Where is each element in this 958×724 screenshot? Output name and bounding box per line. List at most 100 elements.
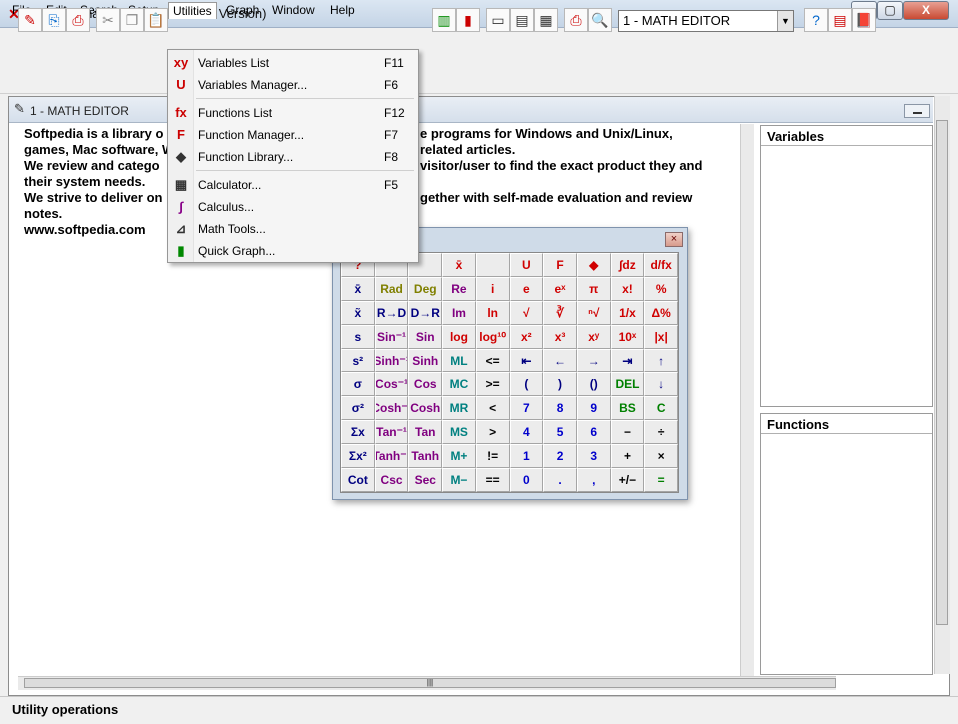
calc-key[interactable]: 3 bbox=[576, 444, 611, 469]
paste-icon[interactable]: 📋 bbox=[144, 8, 168, 32]
calc-key[interactable]: >= bbox=[475, 372, 510, 397]
calc-key[interactable]: Re bbox=[442, 276, 476, 301]
calc-key[interactable]: Sin⁻¹ bbox=[374, 324, 409, 349]
tile-icon[interactable]: ▤ bbox=[510, 8, 534, 32]
calc-key[interactable]: → bbox=[576, 348, 611, 373]
calc-key[interactable]: ln bbox=[475, 300, 510, 325]
calc-key[interactable]: MR bbox=[442, 396, 476, 421]
calc-key[interactable]: <= bbox=[475, 348, 510, 373]
menu-item-math-tools[interactable]: Math Tools... bbox=[198, 222, 266, 236]
calc-key[interactable]: x̄ bbox=[341, 276, 375, 301]
calc-key[interactable]: log bbox=[442, 324, 476, 349]
save-icon[interactable]: ⎙ bbox=[66, 8, 90, 32]
calc-key[interactable]: Cosh⁻¹ bbox=[374, 396, 409, 421]
calc-key[interactable]: |x| bbox=[644, 324, 678, 349]
calc-key[interactable]: Cosh bbox=[408, 396, 443, 421]
close-button[interactable]: X bbox=[903, 1, 949, 20]
calc-key[interactable]: U bbox=[509, 253, 544, 277]
menu-item-functions-list[interactable]: Functions List bbox=[198, 106, 272, 120]
menu-item-variables-list[interactable]: Variables List bbox=[198, 56, 269, 70]
calc-key[interactable]: √ bbox=[509, 300, 544, 325]
copy-icon[interactable]: ❐ bbox=[120, 8, 144, 32]
calc-key[interactable]: > bbox=[475, 420, 510, 445]
calc-key[interactable]: π bbox=[576, 276, 611, 301]
calc-key[interactable]: < bbox=[475, 396, 510, 421]
calc-key[interactable]: ⇤ bbox=[509, 348, 544, 373]
calc-key[interactable]: ML bbox=[442, 348, 476, 373]
calc-key[interactable]: F bbox=[543, 253, 577, 277]
calc-key[interactable]: BS bbox=[610, 396, 645, 421]
calc-key[interactable]: 7 bbox=[509, 396, 544, 421]
calc-key[interactable]: M− bbox=[442, 468, 476, 492]
calc-key[interactable]: Cos⁻¹ bbox=[374, 372, 409, 397]
editor-vertical-scrollbar[interactable] bbox=[740, 124, 754, 676]
cut-icon[interactable]: ✂ bbox=[96, 8, 120, 32]
calc-key[interactable]: 0 bbox=[509, 468, 544, 492]
calc-key[interactable]: xʸ bbox=[576, 324, 611, 349]
calc-key[interactable]: x! bbox=[610, 276, 645, 301]
menu-item-variables-manager[interactable]: Variables Manager... bbox=[198, 78, 307, 92]
calc-key[interactable]: DEL bbox=[610, 372, 645, 397]
calc-key[interactable]: ↑ bbox=[644, 348, 678, 373]
calc-key[interactable]: ⇥ bbox=[610, 348, 645, 373]
maximize-button[interactable]: ▢ bbox=[877, 1, 903, 20]
editor-select[interactable]: 1 - MATH EDITOR ▼ bbox=[618, 10, 794, 32]
calc-key[interactable]: 8 bbox=[543, 396, 577, 421]
calc-key[interactable]: d/fx bbox=[644, 253, 678, 277]
calc-key[interactable]: ÷ bbox=[644, 420, 678, 445]
calc-key[interactable]: ← bbox=[543, 348, 577, 373]
calc-key[interactable]: , bbox=[576, 468, 611, 492]
calc-key[interactable]: ⁿ√ bbox=[576, 300, 611, 325]
open-icon[interactable]: ⎘ bbox=[42, 8, 66, 32]
calc-key[interactable]: Sinh⁻¹ bbox=[374, 348, 409, 373]
menu-item-function-manager[interactable]: Function Manager... bbox=[198, 128, 304, 142]
menu-item-calculus[interactable]: Calculus... bbox=[198, 200, 254, 214]
calc-key[interactable]: Cot bbox=[341, 468, 375, 492]
calc-key[interactable]: 6 bbox=[576, 420, 611, 445]
calc-key[interactable]: Im bbox=[442, 300, 476, 325]
calc-key[interactable]: ↓ bbox=[644, 372, 678, 397]
calc-key[interactable]: Cos bbox=[408, 372, 443, 397]
calc-key[interactable]: C bbox=[644, 396, 678, 421]
horizontal-scroll-thumb[interactable]: ||| bbox=[24, 678, 836, 688]
menu-utilities[interactable]: Utilities bbox=[168, 2, 217, 19]
calc-key[interactable]: σ bbox=[341, 372, 375, 397]
calc-key[interactable]: 10ˣ bbox=[610, 324, 645, 349]
chevron-down-icon[interactable]: ▼ bbox=[777, 11, 793, 31]
menu-item-calculator[interactable]: Calculator... bbox=[198, 178, 261, 192]
calc-key[interactable]: 9 bbox=[576, 396, 611, 421]
calc-key[interactable]: × bbox=[644, 444, 678, 469]
window-icon[interactable]: ▭ bbox=[486, 8, 510, 32]
calc-key[interactable]: ∫dz bbox=[610, 253, 645, 277]
calc-key[interactable]: +/− bbox=[610, 468, 645, 492]
calc-key[interactable]: ∛ bbox=[543, 300, 577, 325]
reference-icon[interactable]: ▤ bbox=[828, 8, 852, 32]
calc-key[interactable]: Deg bbox=[408, 276, 443, 301]
book-icon[interactable]: 📕 bbox=[852, 8, 876, 32]
new-icon[interactable]: ✎ bbox=[18, 8, 42, 32]
calc-key[interactable]: () bbox=[576, 372, 611, 397]
calc-key[interactable]: ( bbox=[509, 372, 544, 397]
calc-key[interactable]: Csc bbox=[374, 468, 409, 492]
calc-key[interactable]: 5 bbox=[543, 420, 577, 445]
calc-key[interactable]: − bbox=[610, 420, 645, 445]
calc-key[interactable]: R→D bbox=[374, 300, 409, 325]
calc-key[interactable]: Sin bbox=[408, 324, 443, 349]
calc-key[interactable]: Tanh bbox=[408, 444, 443, 469]
bar-chart-icon[interactable]: ▮ bbox=[456, 8, 480, 32]
calc-key[interactable]: σ² bbox=[341, 396, 375, 421]
calc-key[interactable]: 4 bbox=[509, 420, 544, 445]
calc-key[interactable]: 1 bbox=[509, 444, 544, 469]
calc-key[interactable]: MC bbox=[442, 372, 476, 397]
calc-key[interactable]: != bbox=[475, 444, 510, 469]
calc-key[interactable]: Rad bbox=[374, 276, 409, 301]
calc-key[interactable]: ) bbox=[543, 372, 577, 397]
calc-key[interactable]: Tan⁻¹ bbox=[374, 420, 409, 445]
calc-key[interactable]: Δ% bbox=[644, 300, 678, 325]
print-icon[interactable]: ⎙ bbox=[564, 8, 588, 32]
calc-key[interactable]: . bbox=[543, 468, 577, 492]
menu-graph[interactable]: Graph bbox=[222, 2, 263, 19]
calc-key[interactable]: x³ bbox=[543, 324, 577, 349]
calc-key[interactable]: s bbox=[341, 324, 375, 349]
calc-key[interactable]: 1/x bbox=[610, 300, 645, 325]
